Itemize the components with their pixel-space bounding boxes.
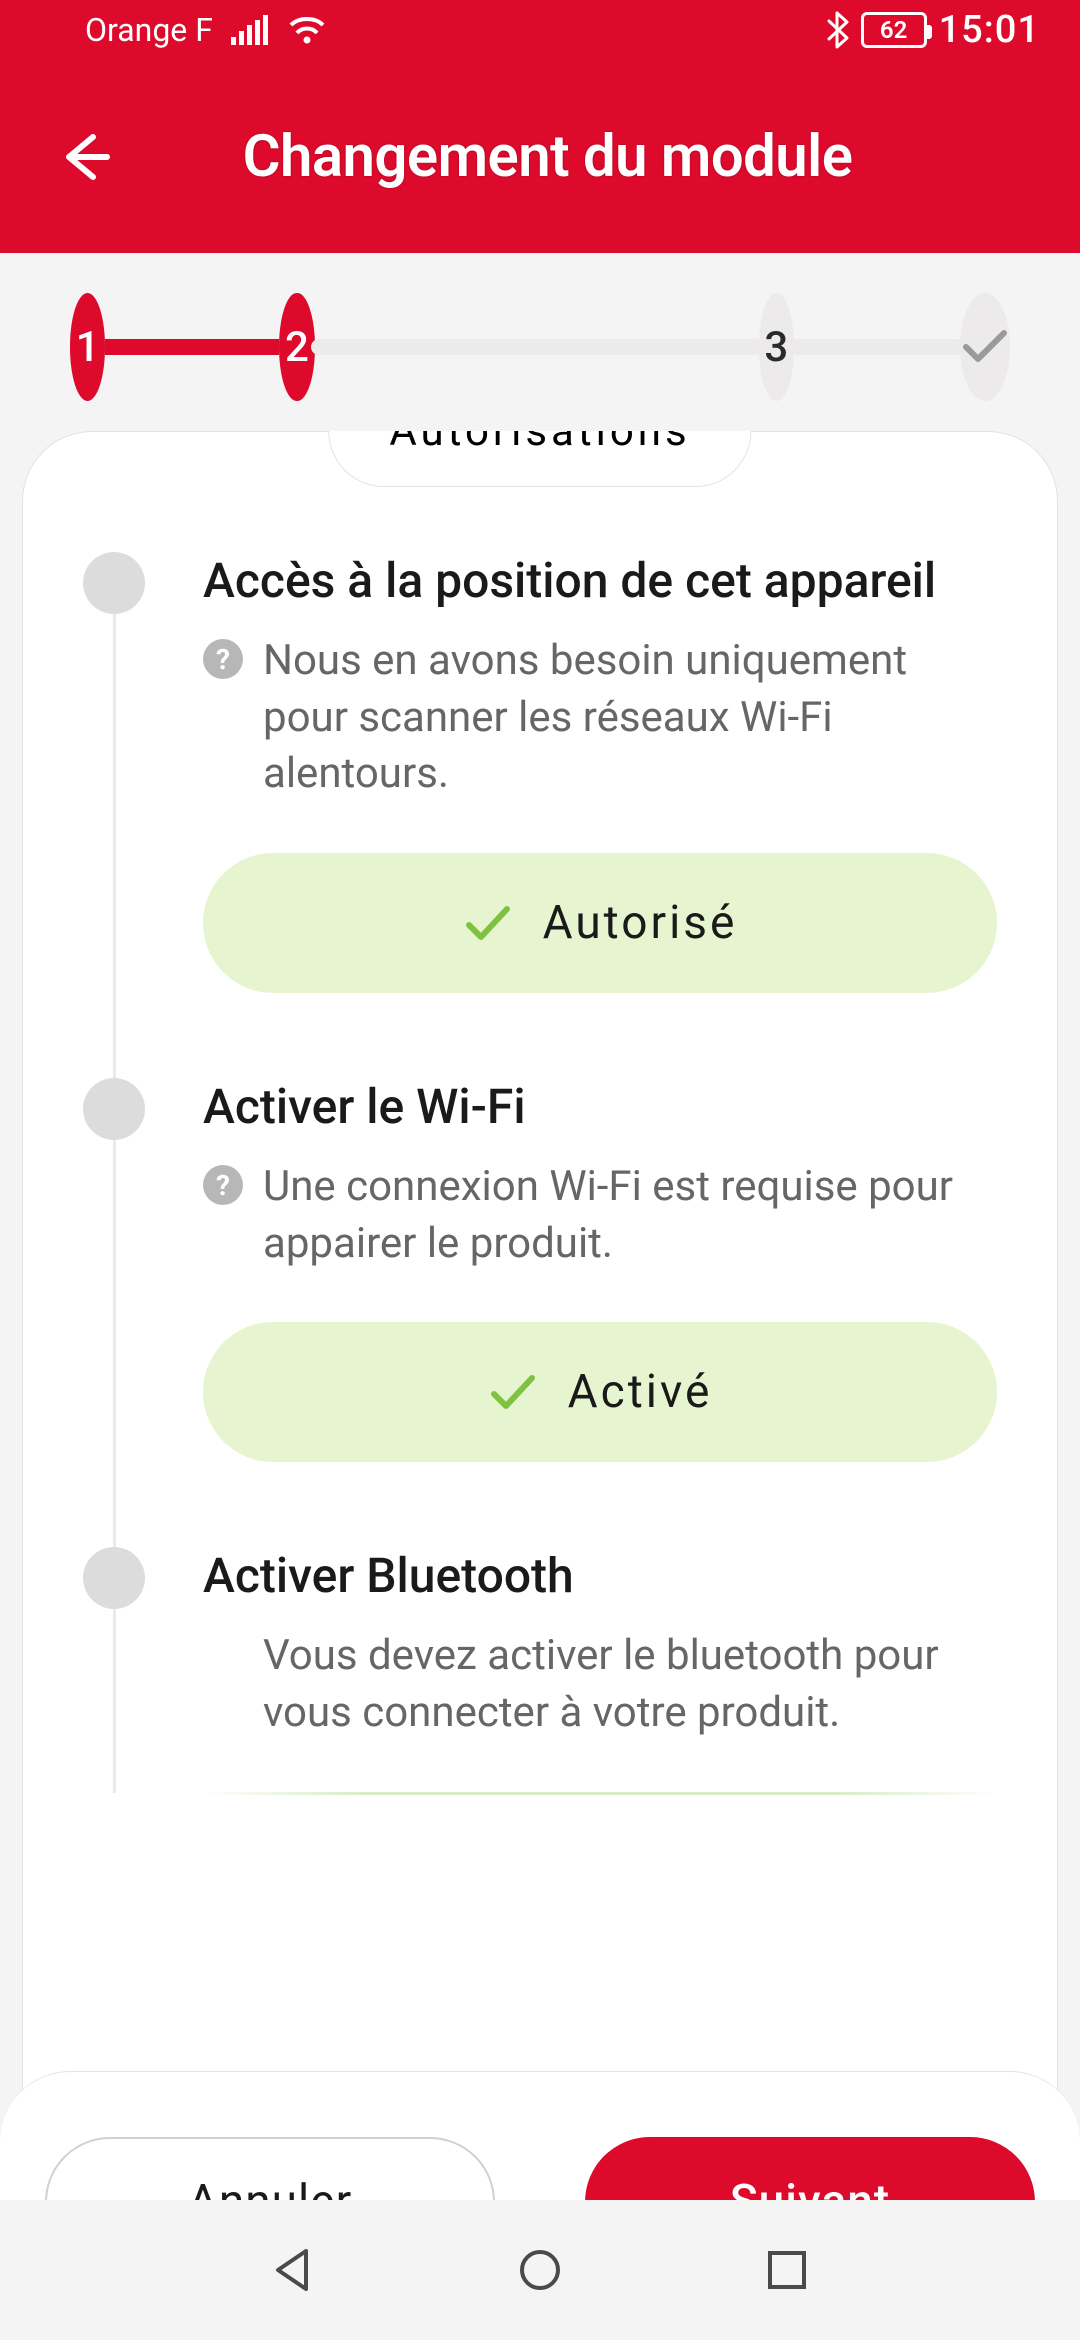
- help-icon[interactable]: ?: [203, 1165, 243, 1205]
- step-final: [960, 293, 1010, 401]
- permission-status-activated[interactable]: Activé: [203, 1322, 997, 1462]
- permission-item-bluetooth: Activer Bluetooth Vous devez activer le …: [83, 1547, 997, 1794]
- permission-description: Vous devez activer le bluetooth pour vou…: [263, 1628, 997, 1741]
- permission-title: Activer le Wi-Fi: [203, 1078, 997, 1135]
- clock: 15:01: [939, 8, 1040, 52]
- step-2: 2: [279, 293, 314, 401]
- divider-line: [203, 1792, 997, 1795]
- nav-back-icon[interactable]: [268, 2245, 318, 2295]
- signal-icon: [231, 15, 269, 45]
- status-label: Autorisé: [543, 896, 738, 950]
- timeline-dot: [83, 552, 145, 614]
- android-nav-bar: [0, 2200, 1080, 2340]
- nav-recent-icon[interactable]: [762, 2245, 812, 2295]
- permission-title: Accès à la position de cet appareil: [203, 552, 997, 609]
- permission-item-location: Accès à la position de cet appareil ? No…: [83, 552, 997, 993]
- page-title: Changement du module: [115, 123, 1080, 191]
- progress-stepper: 1 2 3: [0, 253, 1080, 431]
- step-3: 3: [759, 293, 794, 401]
- timeline-dot: [83, 1547, 145, 1609]
- permission-status-authorized[interactable]: Autorisé: [203, 853, 997, 993]
- nav-home-icon[interactable]: [515, 2245, 565, 2295]
- step-connector-3: [790, 339, 964, 355]
- app-header: Orange F 62 15:01 Changement du modul: [0, 0, 1080, 253]
- card-title-badge: Autorisations: [328, 431, 751, 487]
- wifi-icon: [287, 15, 327, 45]
- back-button[interactable]: [55, 127, 115, 187]
- bluetooth-icon: [825, 11, 849, 49]
- carrier-label: Orange F: [85, 11, 213, 49]
- check-icon: [463, 903, 513, 943]
- permissions-card: Autorisations Accès à la position de cet…: [22, 431, 1058, 2291]
- step-connector-1: [105, 339, 279, 355]
- check-icon: [960, 327, 1010, 367]
- step-connector-2: [311, 339, 763, 355]
- permission-description: Une connexion Wi-Fi est requise pour app…: [263, 1159, 997, 1272]
- battery-indicator: 62: [861, 12, 927, 48]
- step-1: 1: [70, 293, 105, 401]
- status-label: Activé: [568, 1365, 713, 1419]
- status-bar: Orange F 62 15:01: [0, 0, 1080, 60]
- permission-item-wifi: Activer le Wi-Fi ? Une connexion Wi-Fi e…: [83, 1078, 997, 1462]
- permission-description: Nous en avons besoin uniquement pour sca…: [263, 633, 997, 803]
- battery-level: 62: [880, 16, 907, 44]
- help-icon[interactable]: ?: [203, 639, 243, 679]
- check-icon: [488, 1372, 538, 1412]
- timeline-dot: [83, 1078, 145, 1140]
- permission-title: Activer Bluetooth: [203, 1547, 997, 1604]
